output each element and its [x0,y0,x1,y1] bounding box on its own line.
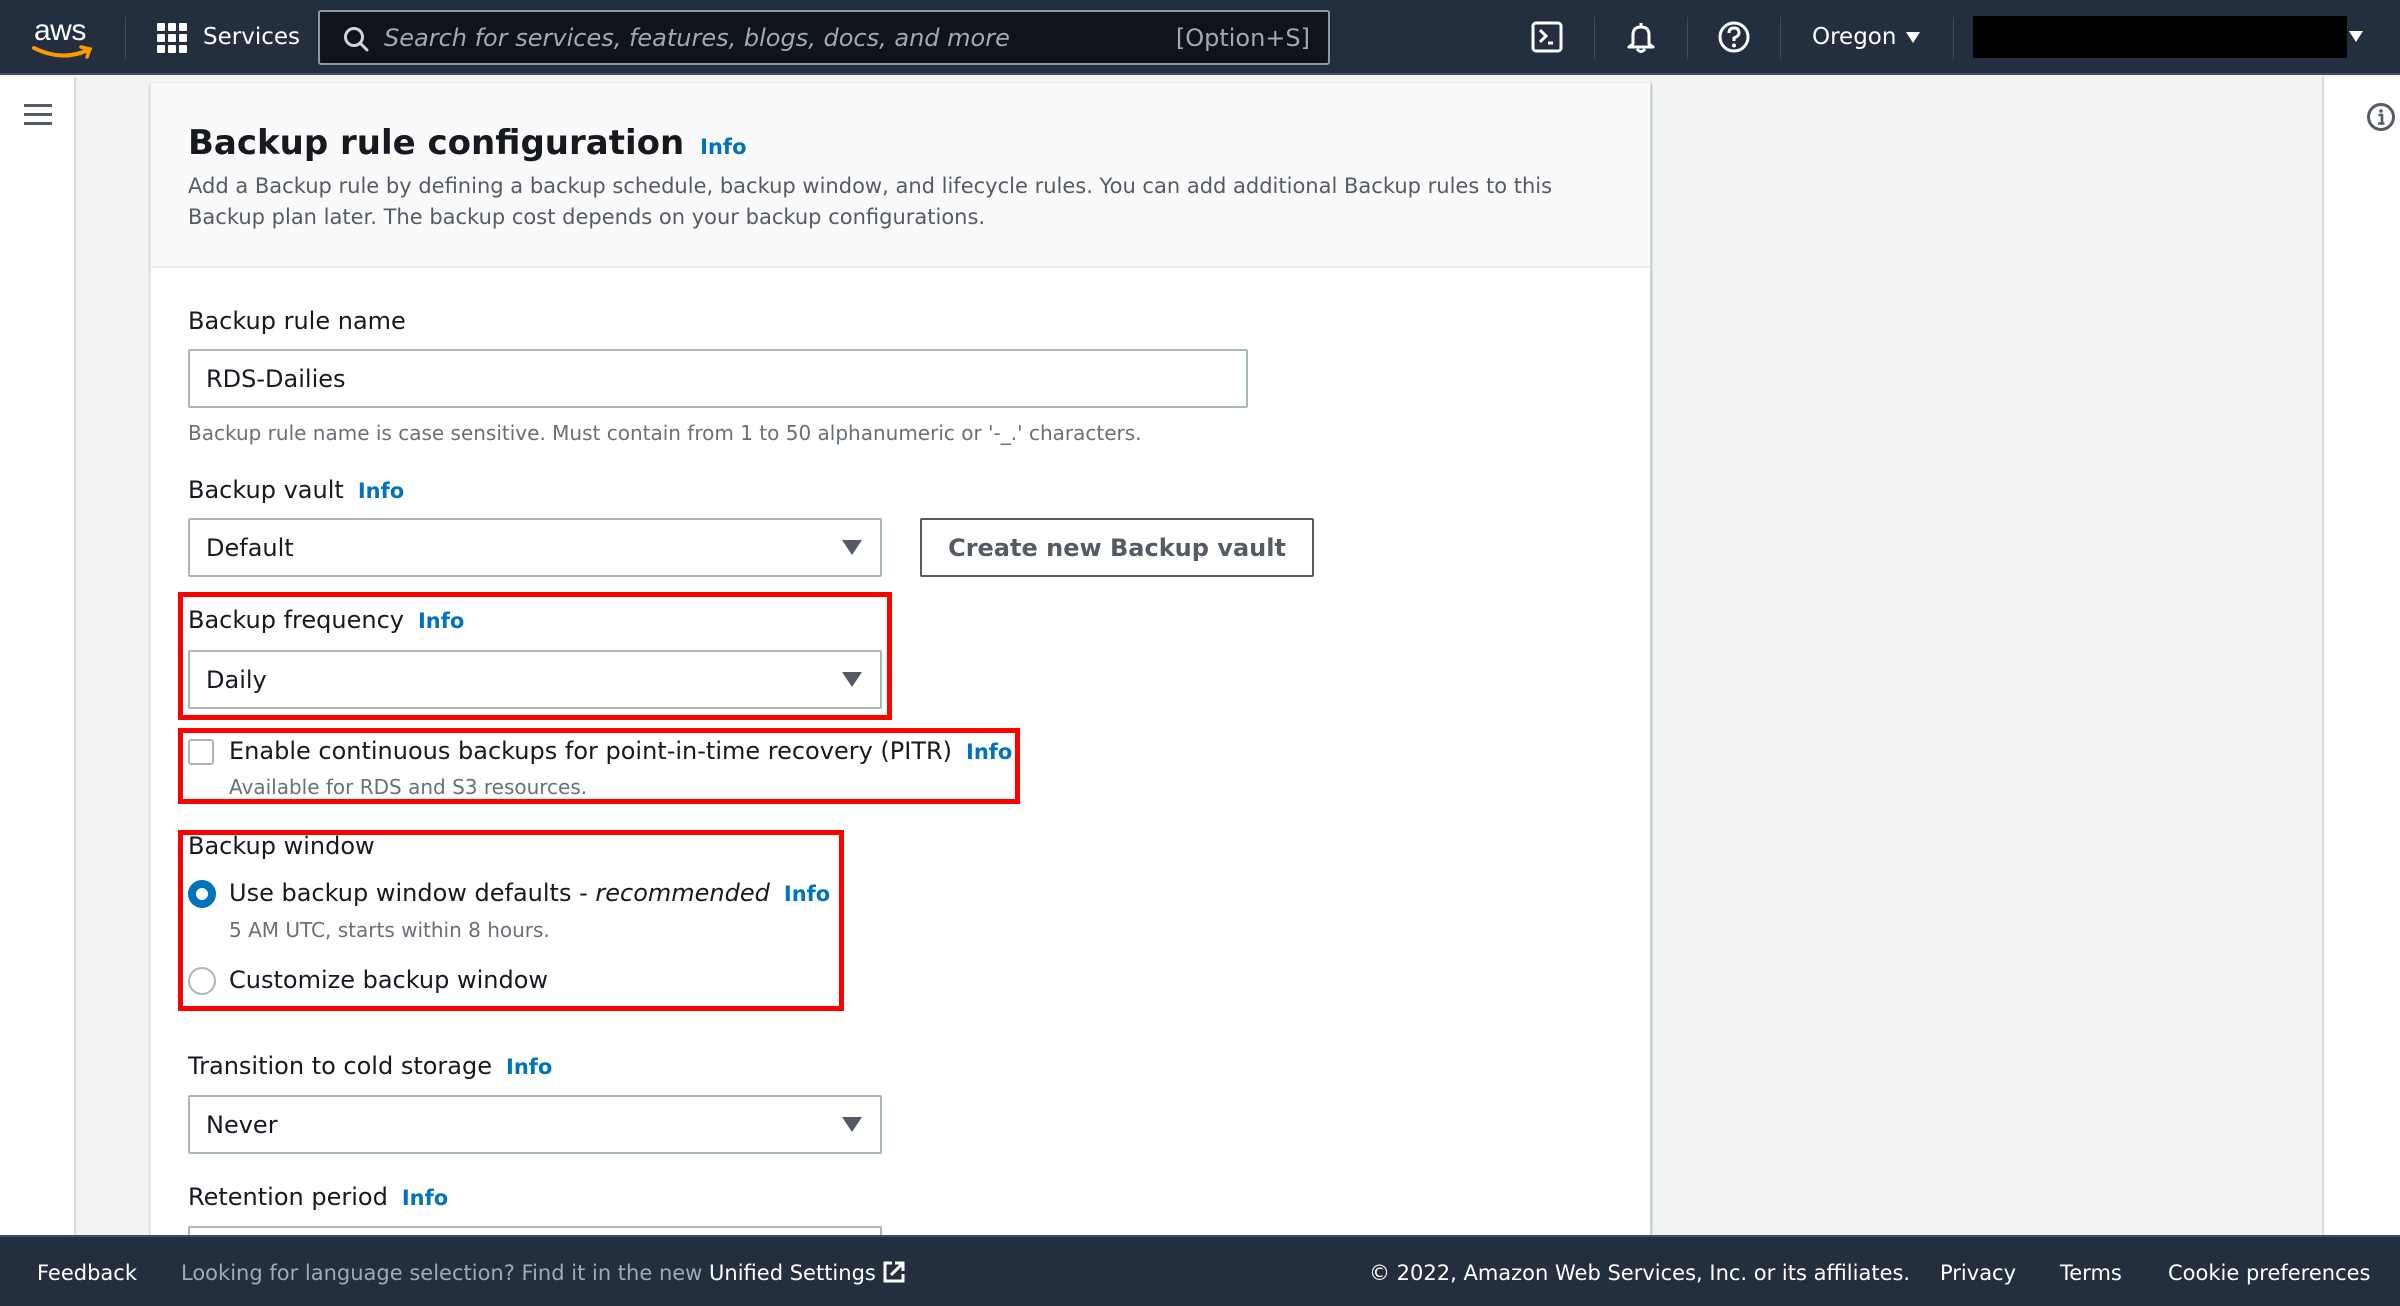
help-icon[interactable] [1715,18,1753,56]
nav-divider [1953,17,1954,59]
cold-storage-select[interactable]: Never [188,1095,882,1154]
window-defaults-radio[interactable] [188,880,216,908]
rule-name-hint: Backup rule name is case sensitive. Must… [188,421,1142,445]
nav-divider [1687,17,1688,59]
terms-link[interactable]: Terms [2060,1259,2122,1287]
cookie-preferences-link[interactable]: Cookie preferences [2168,1259,2371,1287]
region-selector[interactable]: Oregon [1812,22,1921,52]
info-panel-icon[interactable] [2366,102,2396,132]
nav-divider [125,17,126,59]
account-menu-redacted[interactable] [1973,16,2347,58]
side-navigation-rail [0,77,76,1235]
feedback-link[interactable]: Feedback [37,1259,137,1287]
window-defaults-description: 5 AM UTC, starts within 8 hours. [229,918,550,942]
pitr-label-text: Enable continuous backups for point-in-t… [229,737,953,765]
pitr-info-link[interactable]: Info [966,736,1012,768]
aws-logo[interactable]: aws [32,14,96,60]
notifications-bell-icon[interactable] [1622,18,1660,56]
services-grid-icon[interactable] [157,23,187,53]
retention-label: Retention period Info [188,1181,448,1214]
vault-info-link[interactable]: Info [358,475,404,507]
aws-smile-icon [32,45,93,59]
tools-panel-rail [2322,77,2400,1235]
caret-down-icon [842,672,862,687]
search-input[interactable] [384,20,1164,56]
vault-selected-value: Default [206,533,294,562]
hamburger-menu-icon[interactable] [24,104,52,128]
privacy-link[interactable]: Privacy [1940,1259,2016,1287]
search-icon [344,27,369,52]
retention-label-text: Retention period [188,1183,388,1211]
frequency-label: Backup frequency Info [188,604,464,637]
window-label-text: Backup window [188,832,375,860]
frequency-info-link[interactable]: Info [418,605,464,637]
window-customize-label-text: Customize backup window [229,966,549,994]
recommended-tag: recommended [595,879,770,907]
search-shortcut-hint: [Option+S] [1175,24,1310,52]
vault-label: Backup vault Info [188,474,404,507]
external-link-icon [883,1261,905,1283]
top-navigation-bar: aws Services [Option+S] Oregon [0,0,2400,75]
search-bar[interactable]: [Option+S] [318,10,1330,65]
unified-settings-label: Unified Settings [709,1261,876,1285]
window-customize-label: Customize backup window [229,964,548,996]
cold-storage-info-link[interactable]: Info [506,1051,552,1083]
frequency-select[interactable]: Daily [188,650,882,709]
nav-divider [1780,17,1781,59]
window-defaults-label: Use backup window defaults - recommended… [229,877,830,910]
language-notice: Looking for language selection? Find it … [181,1259,906,1287]
caret-down-icon [842,1117,862,1132]
pitr-description: Available for RDS and S3 resources. [229,775,588,799]
retention-info-link[interactable]: Info [402,1182,448,1214]
window-info-link[interactable]: Info [784,878,830,910]
cold-storage-label-text: Transition to cold storage [188,1052,492,1080]
unified-settings-link[interactable]: Unified Settings [709,1261,906,1285]
cloudshell-icon[interactable] [1528,18,1566,56]
frequency-selected-value: Daily [206,665,267,694]
window-customize-radio[interactable] [188,967,216,995]
footer-bar: Feedback Looking for language selection?… [0,1235,2400,1306]
panel-info-link[interactable]: Info [700,125,746,169]
cold-storage-label: Transition to cold storage Info [188,1050,552,1083]
backup-rule-configuration-panel: Backup rule configuration Info Add a Bac… [150,83,1651,1266]
window-label: Backup window [188,830,375,862]
rule-name-label: Backup rule name [188,305,406,337]
copyright-text: © 2022, Amazon Web Services, Inc. or its… [1369,1261,1911,1285]
rule-name-label-text: Backup rule name [188,307,406,335]
window-defaults-label-text: Use backup window defaults - [229,879,596,907]
nav-divider [1594,17,1595,59]
services-menu-button[interactable]: Services [203,22,300,52]
vault-select[interactable]: Default [188,518,882,577]
panel-title-text: Backup rule configuration [188,123,685,163]
account-caret-down-icon[interactable] [2349,31,2363,42]
panel-description: Add a Backup rule by defining a backup s… [188,174,1553,229]
frequency-label-text: Backup frequency [188,606,404,634]
create-backup-vault-button[interactable]: Create new Backup vault [920,518,1314,577]
pitr-label: Enable continuous backups for point-in-t… [229,735,1012,768]
panel-title: Backup rule configuration Info [188,121,747,169]
pitr-checkbox[interactable] [188,739,214,765]
rule-name-input[interactable] [188,349,1248,408]
region-label: Oregon [1812,24,1897,50]
caret-down-icon [842,540,862,555]
cold-storage-selected-value: Never [206,1110,278,1139]
panel-header: Backup rule configuration Info Add a Bac… [151,83,1650,268]
caret-down-icon [1906,31,1921,43]
vault-label-text: Backup vault [188,476,344,504]
language-notice-text: Looking for language selection? Find it … [181,1261,703,1285]
